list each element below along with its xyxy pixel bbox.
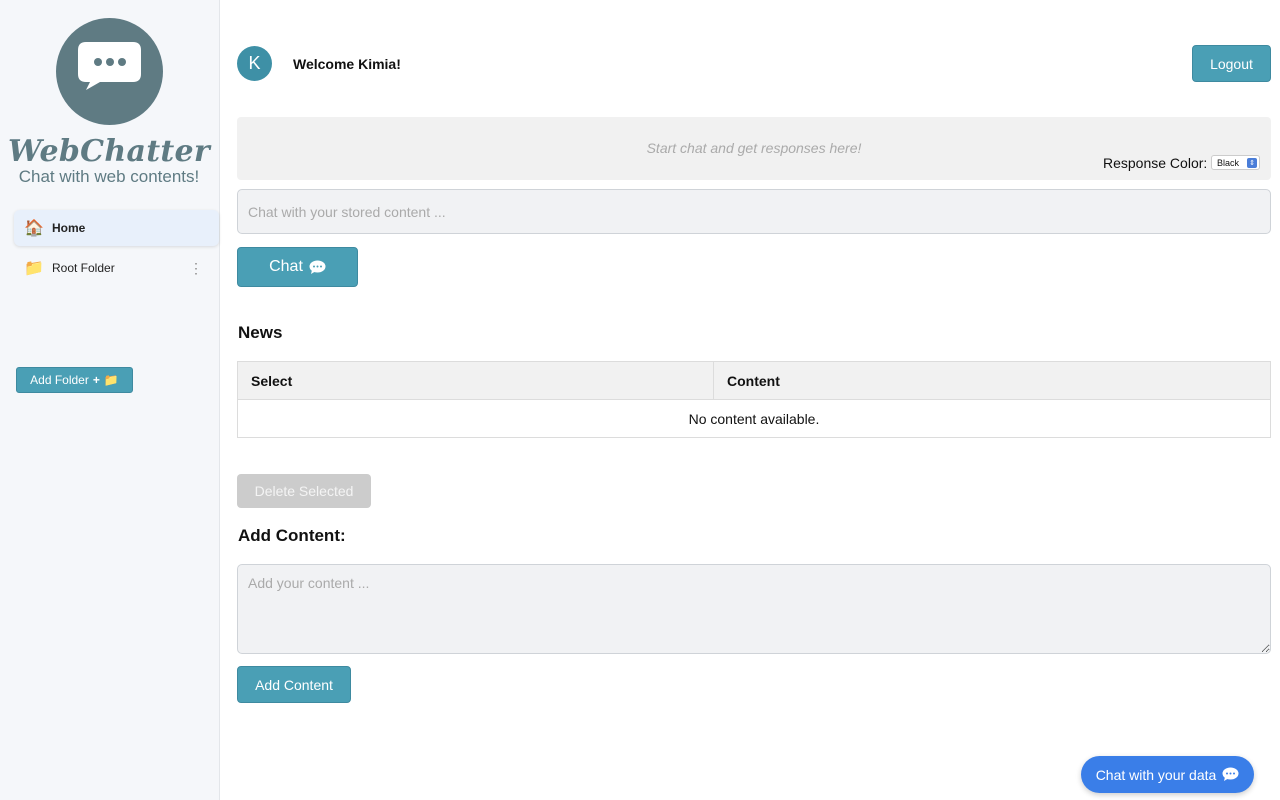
speech-bubble-icon	[1222, 767, 1239, 781]
column-header-select: Select	[237, 361, 714, 400]
response-area: Start chat and get responses here! Respo…	[237, 117, 1271, 180]
news-title: News	[238, 323, 283, 342]
logo-subtitle: Chat with web contents!	[18, 167, 200, 186]
sidebar-item-root-folder[interactable]: 📁 Root Folder ⋮	[14, 250, 219, 286]
chat-with-data-label: Chat with your data	[1095, 766, 1217, 783]
add-content-button[interactable]: Add Content	[237, 666, 351, 703]
response-color-label: Response Color:	[1103, 155, 1208, 171]
empty-message: No content available.	[237, 399, 1271, 438]
add-folder-button[interactable]: Add Folder + 📁	[16, 367, 133, 393]
chat-button-label: Chat	[269, 258, 303, 275]
chat-input[interactable]	[237, 189, 1271, 234]
content-textarea[interactable]	[237, 564, 1271, 654]
delete-selected-button[interactable]: Delete Selected	[237, 474, 371, 508]
folder-icon: 📁	[24, 260, 44, 277]
logout-button[interactable]: Logout	[1192, 45, 1271, 82]
chat-with-data-button[interactable]: Chat with your data	[1081, 756, 1254, 793]
more-options-icon[interactable]: ⋮	[189, 260, 203, 277]
sidebar-item-label: Root Folder	[52, 261, 115, 275]
add-content-title: Add Content:	[238, 526, 346, 545]
sidebar-item-label: Home	[52, 221, 86, 235]
plus-icon: +	[92, 373, 100, 387]
folder-icon: 📁	[103, 373, 119, 387]
news-table: Select Content No content available.	[237, 361, 1271, 438]
sidebar-item-home[interactable]: 🏠 Home	[14, 210, 219, 246]
chat-bubble-icon	[78, 42, 141, 90]
sidebar: WebChatter Chat with web contents! 🏠 Hom…	[0, 0, 220, 800]
logo-title: WebChatter	[7, 134, 211, 169]
response-placeholder: Start chat and get responses here!	[646, 140, 862, 156]
response-color-select[interactable]: Black ⇕	[1211, 155, 1260, 170]
add-folder-label: Add Folder	[30, 373, 89, 387]
column-header-content: Content	[713, 361, 1271, 400]
table-row: No content available.	[237, 399, 1271, 438]
select-arrows-icon: ⇕	[1247, 158, 1257, 168]
house-icon: 🏠	[24, 220, 44, 237]
logo	[56, 18, 163, 125]
speech-bubble-icon	[309, 260, 326, 274]
response-color-value: Black	[1217, 157, 1240, 168]
avatar: K	[237, 46, 272, 81]
welcome-text: Welcome Kimia!	[293, 56, 401, 72]
chat-button[interactable]: Chat	[237, 247, 358, 287]
